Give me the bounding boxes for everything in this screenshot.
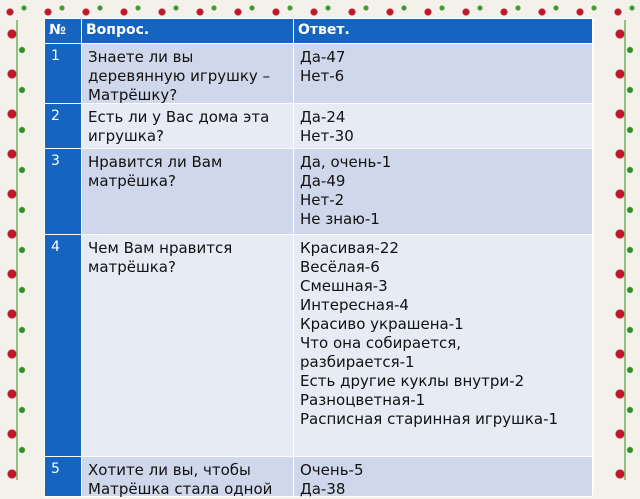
answer-line: Да-49: [300, 172, 346, 190]
answer-line: Что она собирается, разбирается-1: [300, 334, 462, 371]
ornament-left-vine: [4, 20, 30, 480]
answer-line: Нет-30: [300, 127, 354, 145]
header-number: №: [45, 19, 82, 44]
answer-line: Красивая-22: [300, 239, 399, 257]
answer-line: Разноцветная-1: [300, 391, 426, 409]
row-answers: Очень-5 Да-38: [294, 457, 593, 498]
header-answer: Ответ.: [294, 19, 593, 44]
answer-line: Расписная старинная игрушка-1: [300, 410, 559, 428]
answer-line: Не знаю-1: [300, 210, 380, 228]
row-question: Есть ли у Вас дома эта игрушка?: [82, 104, 294, 149]
row-question: Нравится ли Вам матрёшка?: [82, 149, 294, 235]
answer-line: Нет-6: [300, 67, 345, 85]
row-answers: Да-47 Нет-6: [294, 44, 593, 104]
answer-line: Нет-2: [300, 191, 345, 209]
row-number: 5: [45, 457, 82, 497]
row-question: Чем Вам нравится матрёшка?: [82, 235, 294, 457]
answer-line: Весёлая-6: [300, 258, 380, 276]
answer-line: Да-38: [300, 480, 346, 498]
ornament-right-vine: [612, 20, 638, 480]
row-answers: Да, очень-1 Да-49 Нет-2 Не знаю-1: [294, 149, 593, 235]
answer-line: Да-24: [300, 108, 346, 126]
row-number: 4: [45, 235, 82, 457]
row-question: Хотите ли вы, чтобы Матрёшка стала одной: [82, 457, 294, 498]
header-question: Вопрос.: [82, 19, 294, 44]
answer-line: Есть другие куклы внутри-2: [300, 372, 525, 390]
row-answers: Красивая-22 Весёлая-6 Смешная-3 Интересн…: [294, 235, 593, 457]
survey-table: № Вопрос. Ответ. 1 Знаете ли вы деревянн…: [44, 18, 594, 498]
answer-line: Да, очень-1: [300, 153, 392, 171]
row-answers: Да-24 Нет-30: [294, 104, 593, 149]
row-number: 1: [45, 44, 82, 104]
answer-line: Интересная-4: [300, 296, 409, 314]
row-question: Знаете ли вы деревянную игрушку – Матрёш…: [82, 44, 294, 104]
answer-line: Смешная-3: [300, 277, 388, 295]
row-number: 3: [45, 149, 82, 235]
answer-line: Очень-5: [300, 461, 364, 479]
answer-line: Красиво украшена-1: [300, 315, 464, 333]
answer-line: Да-47: [300, 48, 346, 66]
row-number: 2: [45, 104, 82, 149]
